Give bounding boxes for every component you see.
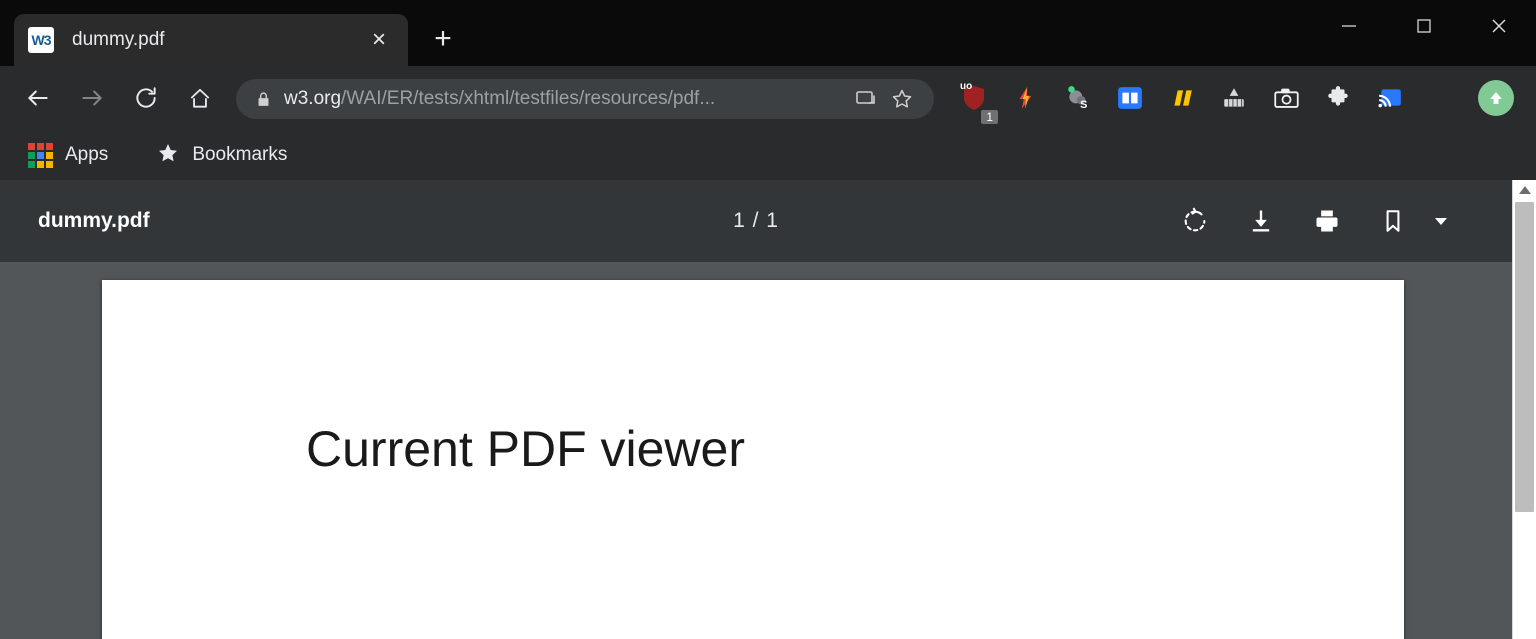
tab-strip: W3 dummy.pdf × + xyxy=(0,0,1536,66)
bookmark-icon[interactable] xyxy=(1360,191,1426,251)
ublock-label: uo xyxy=(960,81,973,92)
navigation-toolbar: w3.org/WAI/ER/tests/xhtml/testfiles/reso… xyxy=(0,66,1536,130)
scroll-up-arrow-icon[interactable] xyxy=(1513,180,1536,200)
close-icon[interactable] xyxy=(1461,0,1536,52)
apps-grid-icon xyxy=(28,142,53,168)
dictionary-extension-icon[interactable] xyxy=(1104,66,1156,130)
bookmarks-label: Bookmarks xyxy=(192,144,288,165)
reload-icon[interactable] xyxy=(124,76,168,120)
pdf-page-viewport[interactable]: Current PDF viewer xyxy=(0,262,1512,639)
pdf-scrollbar[interactable] xyxy=(1512,180,1536,639)
star-icon xyxy=(156,141,180,170)
pdf-toolbar: dummy.pdf 1 / 1 xyxy=(0,180,1512,262)
cast-icon[interactable] xyxy=(848,81,884,117)
browser-window: W3 dummy.pdf × + w3.org/WAI/ER/tests/xht… xyxy=(0,0,1536,639)
pdf-viewer: dummy.pdf 1 / 1 Current PDF viewer xyxy=(0,180,1536,639)
keyboard-extension-icon[interactable] xyxy=(1208,66,1260,130)
bookmarks-bar: Apps Bookmarks xyxy=(0,130,1536,180)
forward-arrow-icon[interactable] xyxy=(70,76,114,120)
url-host: w3.org xyxy=(284,88,342,109)
yellow-bars-extension-icon[interactable] xyxy=(1156,66,1208,130)
w3c-favicon: W3 xyxy=(28,27,54,53)
update-available-avatar[interactable] xyxy=(1478,80,1514,116)
ublock-badge-count: 1 xyxy=(981,110,998,124)
star-icon[interactable] xyxy=(884,81,920,117)
chevron-down-icon[interactable] xyxy=(1426,191,1456,251)
bookmarks-bar-item-bookmarks[interactable]: Bookmarks xyxy=(146,137,297,173)
cast-extension-icon[interactable] xyxy=(1364,66,1416,130)
extension-icons: uo 1 S xyxy=(948,66,1416,130)
flame-extension-icon[interactable] xyxy=(1000,66,1052,130)
lock-icon xyxy=(250,91,276,108)
address-bar[interactable]: w3.org/WAI/ER/tests/xhtml/testfiles/reso… xyxy=(236,79,934,119)
pdf-page: Current PDF viewer xyxy=(102,280,1404,639)
pdf-page-heading: Current PDF viewer xyxy=(306,421,745,477)
grammar-extension-icon[interactable]: S xyxy=(1052,66,1104,130)
url-path: /WAI/ER/tests/xhtml/testfiles/resources/… xyxy=(341,88,716,109)
tab-dummy-pdf[interactable]: W3 dummy.pdf × xyxy=(14,14,408,66)
back-arrow-icon[interactable] xyxy=(16,76,60,120)
ublock-origin-extension-icon[interactable]: uo 1 xyxy=(948,66,1000,130)
minimize-icon[interactable] xyxy=(1311,0,1386,52)
new-tab-button[interactable]: + xyxy=(424,20,462,58)
home-icon[interactable] xyxy=(178,76,222,120)
bookmarks-bar-item-apps[interactable]: Apps xyxy=(18,137,118,173)
pdf-toolbar-actions xyxy=(1162,191,1456,251)
address-bar-text: w3.org/WAI/ER/tests/xhtml/testfiles/reso… xyxy=(284,88,848,110)
puzzle-extensions-menu-icon[interactable] xyxy=(1312,66,1364,130)
tab-close-icon[interactable]: × xyxy=(364,25,394,55)
maximize-icon[interactable] xyxy=(1386,0,1461,52)
screenshot-camera-extension-icon[interactable] xyxy=(1260,66,1312,130)
print-icon[interactable] xyxy=(1294,191,1360,251)
window-controls xyxy=(1311,0,1536,52)
svg-text:S: S xyxy=(1080,99,1087,111)
rotate-icon[interactable] xyxy=(1162,191,1228,251)
tab-title: dummy.pdf xyxy=(72,29,165,50)
scrollbar-thumb[interactable] xyxy=(1515,202,1534,512)
up-arrow-icon xyxy=(1490,92,1502,104)
download-icon[interactable] xyxy=(1228,191,1294,251)
apps-label: Apps xyxy=(65,144,109,165)
